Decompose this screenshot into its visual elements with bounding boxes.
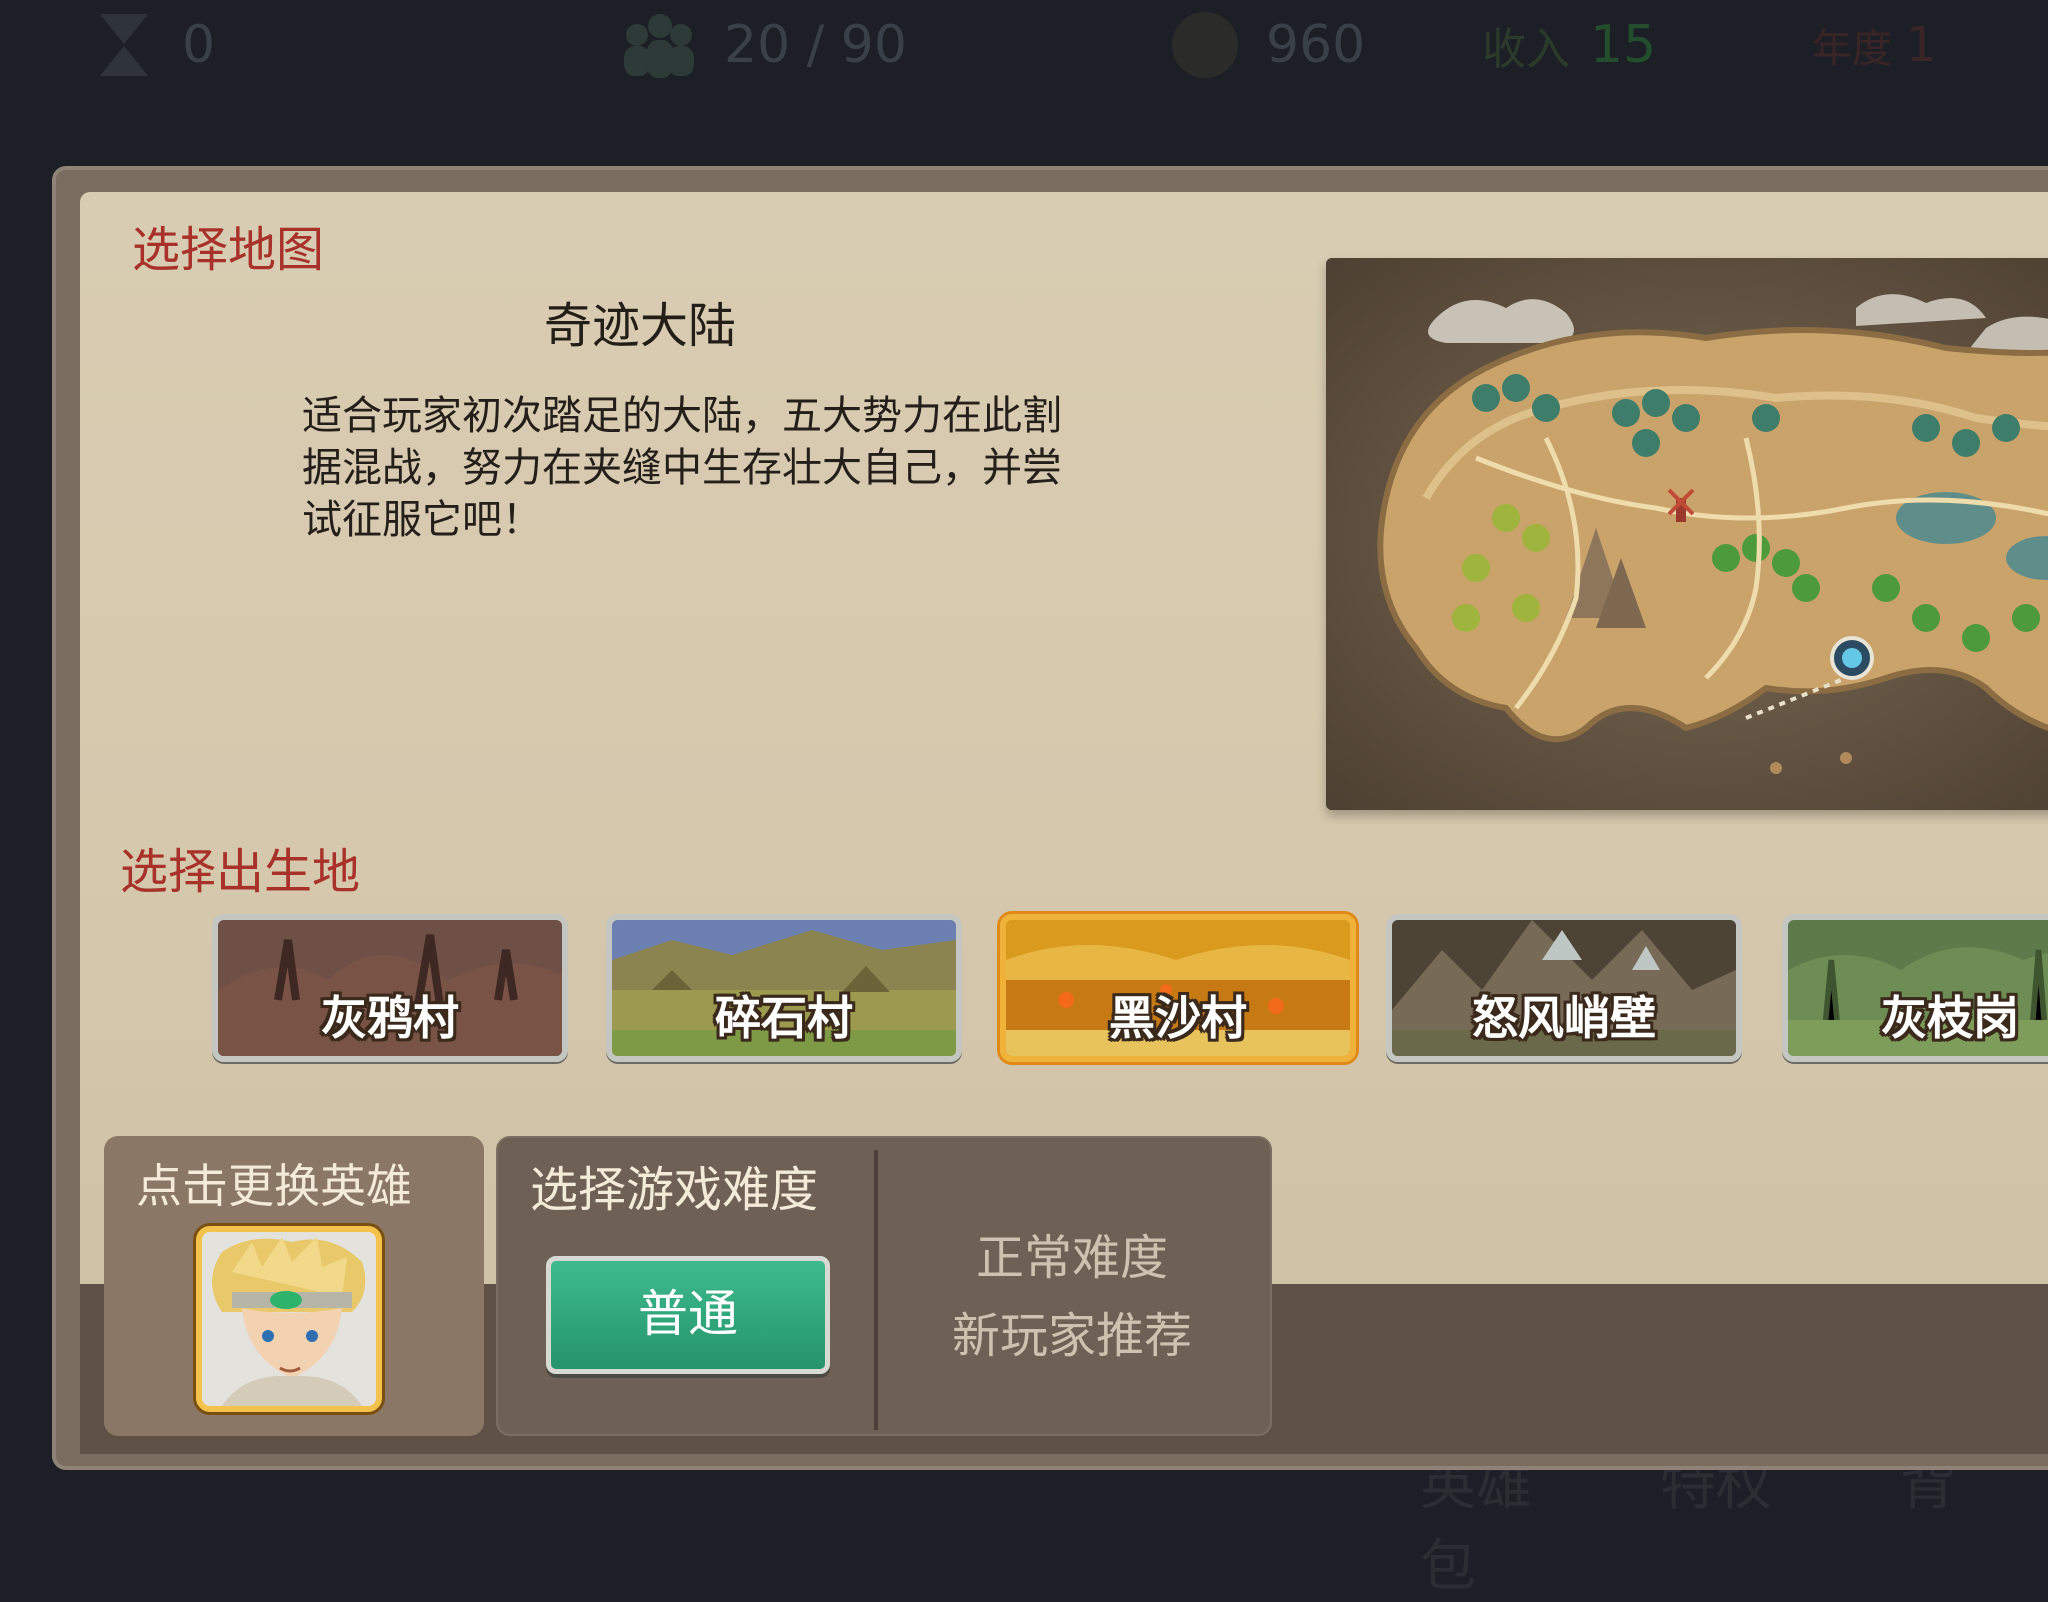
gold-value: 960 xyxy=(1266,15,1366,75)
map-preview[interactable] xyxy=(1326,258,2048,810)
change-hero-title: 点击更换英雄 xyxy=(136,1160,412,1212)
difficulty-normal-button[interactable]: 普通 xyxy=(546,1256,830,1374)
select-birthplace-title: 选择出生地 xyxy=(120,846,361,899)
map-illustration xyxy=(1326,258,2048,810)
birthplace-label: 灰鸦村 xyxy=(321,992,459,1044)
map-name: 奇迹大陆 xyxy=(544,300,737,353)
income-display: 收入 15 xyxy=(1482,10,1656,80)
difficulty-title: 选择游戏难度 xyxy=(530,1164,819,1217)
hero-portrait[interactable] xyxy=(196,1226,382,1412)
income-value: 15 xyxy=(1590,15,1657,75)
select-map-title: 选择地图 xyxy=(132,224,325,277)
population-value: 20 / 90 xyxy=(724,15,907,75)
gold-coin-icon xyxy=(1172,12,1238,78)
difficulty-divider xyxy=(874,1150,878,1430)
birthplace-label: 碎石村 xyxy=(715,992,853,1044)
hero-avatar xyxy=(202,1232,376,1406)
difficulty-info-line1: 正常难度 xyxy=(975,1232,1168,1285)
birthplace-card-gray-branch-hill[interactable]: 灰枝岗 xyxy=(1782,914,2048,1062)
year-value: 1 xyxy=(1906,17,1937,73)
birthplace-card-gray-crow[interactable]: 灰鸦村 xyxy=(212,914,568,1062)
birthplace-label: 怒风峭壁 xyxy=(1472,992,1656,1044)
turn-count: 0 xyxy=(182,15,216,75)
population-icon xyxy=(620,10,696,80)
hourglass-icon xyxy=(94,10,154,80)
birthplace-card-angry-wind-cliff[interactable]: 怒风峭壁 xyxy=(1386,914,1742,1062)
birthplace-card-black-sand[interactable]: 黑沙村 xyxy=(1000,914,1356,1062)
birthplace-label: 灰枝岗 xyxy=(1881,992,2019,1044)
top-status-bar: 0 20 / 90 960 收入 15 年度 1 xyxy=(0,0,2048,88)
map-description: 适合玩家初次踏足的大陆，五大势力在此割据混战，努力在夹缝中生存壮大自己，并尝试征… xyxy=(302,394,1062,542)
year-display: 年度 1 xyxy=(1812,10,1937,80)
birthplace-card-gravel[interactable]: 碎石村 xyxy=(606,914,962,1062)
year-label: 年度 xyxy=(1812,26,1892,72)
difficulty-info-line2: 新玩家推荐 xyxy=(951,1310,1192,1363)
difficulty-info: 正常难度 新玩家推荐 xyxy=(882,1220,1262,1376)
income-label: 收入 xyxy=(1482,24,1570,75)
birthplace-label: 黑沙村 xyxy=(1109,992,1247,1044)
